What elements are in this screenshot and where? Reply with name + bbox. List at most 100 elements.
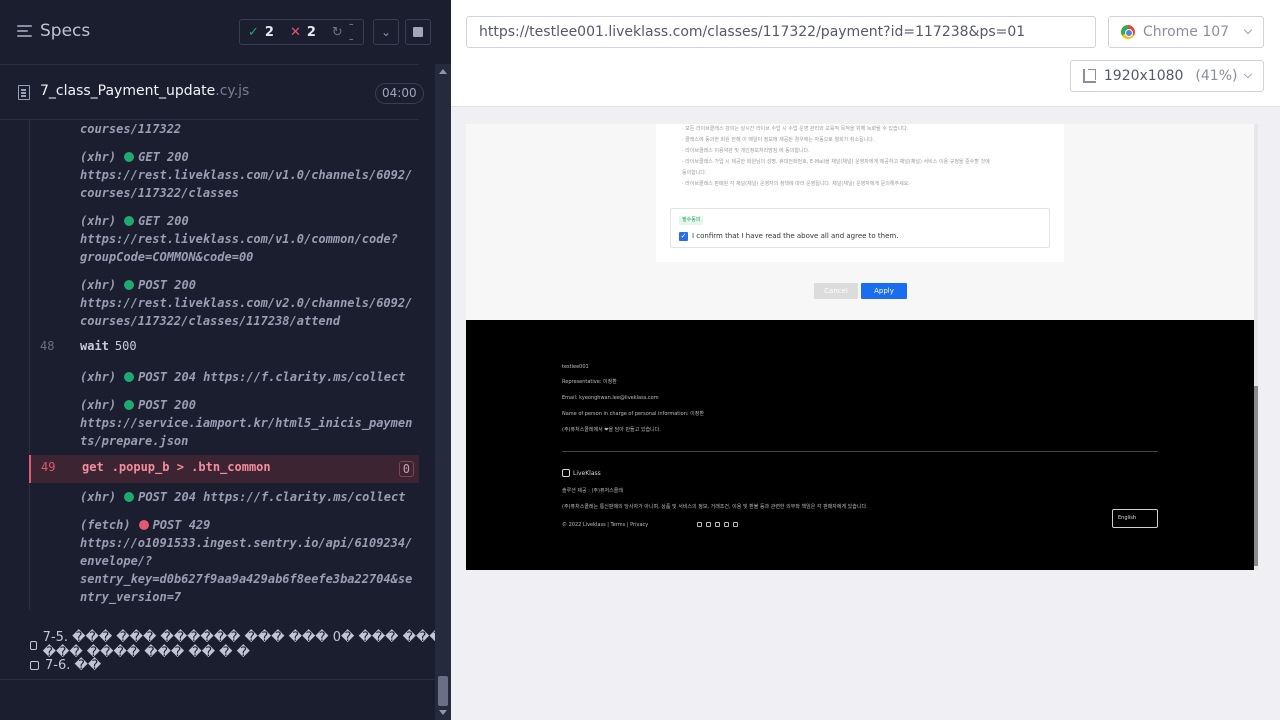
spec-file-header[interactable]: 7_class_Payment_update.cy.js 04:00 bbox=[0, 64, 424, 120]
log-entry-xhr[interactable]: (xhr) GET 200 https://rest.liveklass.com/… bbox=[80, 148, 416, 202]
chevron-down-icon bbox=[1244, 69, 1253, 79]
scroll-up-arrow[interactable] bbox=[439, 69, 447, 74]
failed-count: ✕ 2 bbox=[289, 24, 316, 40]
log-entry-xhr[interactable]: (xhr) POST 204 https://f.clarity.ms/colle… bbox=[80, 488, 416, 506]
footer-logo[interactable]: LiveKlass bbox=[562, 469, 601, 477]
spec-duration: 04:00 bbox=[375, 83, 424, 104]
aut-scrollbar[interactable] bbox=[1254, 124, 1258, 570]
log-entry-xhr[interactable]: (xhr) POST 204 https://f.clarity.ms/colle… bbox=[80, 368, 416, 386]
agree-box: 필수동의 ✓ I confirm that I have read the ab… bbox=[670, 208, 1050, 248]
zoom-level: (41%) bbox=[1195, 68, 1238, 84]
footer-privacy-officer: Name of person in charge of personal inf… bbox=[562, 411, 704, 417]
log-entry-fetch[interactable]: (fetch) POST 429 https://o1091533.ingest.… bbox=[80, 516, 416, 606]
terms-list: · 모든 라이브클래스 강의는 실시간 라이브 수업 시 수업 운영 관리와 교… bbox=[682, 124, 1052, 190]
cypress-runner-panel: Specs ✓ 2 ✕ 2 ↻ -- ⌄ 7_class_Payment_update… bbox=[0, 0, 451, 720]
terms-line: · 라이브클래스 가입 시 제공한 회원님의 성명, 휴대전화번호, E-Mai… bbox=[682, 159, 990, 165]
collapse-button[interactable]: ⌄ bbox=[373, 19, 399, 45]
viewport-selector[interactable]: 1920x1080 (41%) bbox=[1070, 60, 1264, 92]
blog-icon[interactable] bbox=[715, 522, 720, 527]
test-title: 7-6. �� bbox=[45, 658, 102, 673]
log-entry-xhr[interactable]: (xhr) POST 200 https://rest.liveklass.com… bbox=[80, 276, 416, 330]
terms-card: · 모든 라이브클래스 강의는 실시간 라이브 수업 시 수업 운영 관리와 교… bbox=[656, 124, 1064, 262]
footer-made-with: (주)퓨처스콜레에서 ❤을 담아 만들고 있습니다. bbox=[562, 427, 661, 433]
specs-title: Specs bbox=[40, 21, 91, 41]
status-dot bbox=[124, 372, 135, 382]
test-item[interactable]: 7-5. ��� ��� ������ ��� ��� 0� ��� ��� �… bbox=[30, 630, 451, 660]
passed-count: ✓ 2 bbox=[248, 24, 274, 40]
stop-icon bbox=[413, 27, 423, 37]
chevron-down-icon bbox=[1243, 25, 1253, 35]
terms-line: · 모든 라이브클래스 강의는 실시간 라이브 수업 시 수업 운영 관리와 교… bbox=[682, 126, 909, 132]
status-dot bbox=[124, 400, 135, 410]
aut-header: https://testlee001.liveklass.com/classes… bbox=[451, 0, 1280, 107]
line-number: 48 bbox=[40, 339, 55, 353]
log-command-wait[interactable]: wait 500 bbox=[80, 339, 137, 353]
element-count-badge: 0 bbox=[398, 461, 414, 477]
liveklass-logo-icon bbox=[562, 469, 570, 477]
menu-icon bbox=[17, 25, 32, 37]
social-links bbox=[697, 522, 738, 527]
language-select[interactable]: English bbox=[1112, 509, 1158, 528]
terms-line: 동의합니다. bbox=[682, 170, 707, 176]
footer-disclaimer: (주)퓨처스콜레는 통신판매의 당사자가 아니며, 상품 및 서비스의 정보, … bbox=[562, 504, 868, 510]
cancel-button[interactable]: Cancel bbox=[814, 283, 858, 299]
specs-toggle[interactable]: Specs bbox=[17, 21, 90, 41]
footer-company: testlee001 bbox=[562, 364, 589, 370]
viewport-size: 1920x1080 bbox=[1103, 68, 1184, 84]
site-footer: testlee001 Representative: 이정환 Email: ky… bbox=[466, 320, 1254, 570]
terms-line: · 라이브클래스 이용약관 및 개인정보처리방침 에 동의합니다. bbox=[682, 148, 810, 154]
pending-count: ↻ -- bbox=[331, 17, 354, 47]
failed-command-row[interactable]: 49 get .popup_b > .btn_common 0 bbox=[29, 455, 419, 483]
divider bbox=[0, 679, 435, 680]
test-title: 7-5. ��� ��� ������ ��� ��� 0� ��� ��� �… bbox=[42, 630, 443, 660]
stop-button[interactable] bbox=[405, 19, 431, 45]
browser-name: Chrome 107 bbox=[1143, 24, 1230, 40]
scroll-thumb[interactable] bbox=[1254, 386, 1258, 566]
spinner-icon: ↻ bbox=[331, 24, 343, 40]
log-entry-xhr[interactable]: (xhr) GET 200 https://rest.liveklass.com/… bbox=[80, 212, 416, 266]
scroll-thumb[interactable] bbox=[438, 676, 448, 706]
spec-file-name: 7_class_Payment_update.cy.js bbox=[40, 83, 250, 99]
aut-panel: https://testlee001.liveklass.com/classes… bbox=[451, 0, 1280, 720]
agree-text: I confirm that I have read the above all… bbox=[692, 232, 899, 240]
test-item[interactable]: 7-6. �� bbox=[30, 658, 101, 673]
status-dot bbox=[124, 152, 135, 162]
status-dot bbox=[138, 520, 149, 530]
check-icon: ✓ bbox=[248, 24, 259, 40]
scroll-down-arrow[interactable] bbox=[439, 710, 447, 715]
terms-line: · 라이브클래스 판매된 각 채널(채널) 운영자의 정책에 따라 운영됩니다.… bbox=[682, 181, 910, 187]
test-status-icon bbox=[30, 661, 39, 670]
required-badge: 필수동의 bbox=[679, 216, 704, 225]
command-log: courses/117322 (xhr) GET 200 https://rest… bbox=[0, 120, 419, 610]
failed-command: get .popup_b > .btn_common bbox=[82, 460, 271, 474]
file-icon bbox=[18, 85, 30, 100]
status-dot bbox=[124, 492, 135, 502]
log-entry-xhr[interactable]: (xhr) POST 200 https://service.iamport.kr… bbox=[80, 396, 416, 450]
app-under-test-frame: · 모든 라이브클래스 강의는 실시간 라이브 수업 시 수업 운영 관리와 교… bbox=[466, 124, 1258, 570]
status-dot bbox=[124, 216, 135, 226]
test-stats: ✓ 2 ✕ 2 ↻ -- bbox=[239, 17, 364, 47]
agree-checkbox[interactable]: ✓ bbox=[679, 232, 688, 241]
footer-provider: 솔루션 제공 : (주)퓨처스콜레 bbox=[562, 488, 623, 494]
test-status-icon bbox=[30, 640, 37, 650]
youtube-icon[interactable] bbox=[724, 522, 729, 527]
footer-divider bbox=[562, 451, 1158, 452]
instagram-icon[interactable] bbox=[697, 522, 702, 527]
log-url-tail: courses/117322 bbox=[80, 122, 182, 136]
url-bar[interactable]: https://testlee001.liveklass.com/classes… bbox=[466, 16, 1096, 48]
status-dot bbox=[124, 280, 135, 290]
chrome-icon bbox=[1121, 25, 1135, 39]
browser-selector[interactable]: Chrome 107 bbox=[1108, 16, 1264, 48]
line-number: 49 bbox=[41, 460, 56, 474]
runner-header: Specs ✓ 2 ✕ 2 ↻ -- ⌄ bbox=[0, 0, 451, 64]
log-scrollbar[interactable] bbox=[435, 64, 451, 720]
cross-icon: ✕ bbox=[289, 24, 301, 40]
linkedin-icon[interactable] bbox=[733, 522, 738, 527]
footer-representative: Representative: 이정환 bbox=[562, 379, 617, 385]
apply-button[interactable]: Apply bbox=[861, 283, 907, 299]
terms-line: · 클래스에 동의한 회원 한해 이 메일이 정보에 재공된 경우에는 자동으로… bbox=[682, 137, 875, 143]
footer-copyright[interactable]: © 2022 Liveklass | Terms | Privacy bbox=[562, 522, 648, 529]
facebook-icon[interactable] bbox=[706, 522, 711, 527]
footer-email: Email: kyeonghwan.lee@liveklass.com bbox=[562, 395, 659, 401]
chevron-down-icon: ⌄ bbox=[380, 25, 392, 39]
